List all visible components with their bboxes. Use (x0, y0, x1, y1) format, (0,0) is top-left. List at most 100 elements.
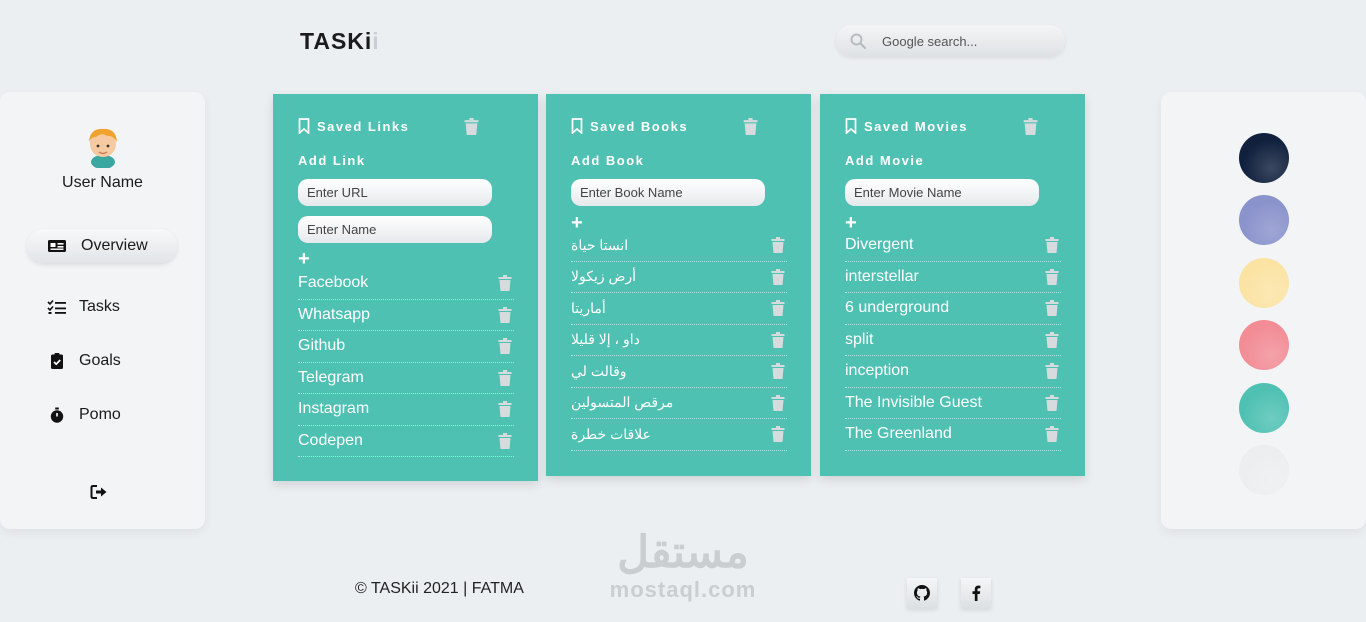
sidebar: User Name Overview Tasks Goals Pomo (0, 92, 205, 529)
item-text: داو ، إلا قليلا (571, 331, 640, 348)
trash-icon[interactable] (771, 426, 785, 443)
saved-books-header: Saved Books (571, 118, 688, 134)
item-text: Codepen (298, 431, 363, 449)
trash-icon[interactable] (1045, 426, 1059, 443)
url-input[interactable] (298, 179, 492, 206)
facebook-icon (972, 585, 981, 601)
list-item[interactable]: أرض زيكولا (571, 262, 787, 293)
list-item[interactable]: The Greenland (845, 419, 1061, 451)
item-text: علاقات خطرة (571, 425, 651, 442)
trash-icon[interactable] (1023, 118, 1038, 135)
item-text: أرض زيكولا (571, 268, 637, 285)
movies-list: Divergent interstellar 6 underground spl… (845, 230, 1061, 451)
trash-icon[interactable] (1045, 363, 1059, 380)
item-text: Facebook (298, 274, 369, 292)
list-item[interactable]: Telegram (298, 363, 514, 394)
item-text: Github (298, 337, 346, 355)
links-list: Facebook Whatsapp Github Telegram Instag… (298, 268, 514, 457)
add-link-label: Add Link (298, 153, 366, 168)
nav-goals[interactable]: Goals (27, 344, 177, 378)
trash-icon[interactable] (498, 306, 512, 323)
item-text: interstellar (845, 267, 919, 285)
trash-icon[interactable] (498, 369, 512, 386)
tasks-list-icon (47, 299, 66, 314)
sign-out-icon[interactable] (90, 484, 108, 500)
item-text: 6 underground (845, 299, 950, 317)
stopwatch-icon (50, 407, 64, 423)
username: User Name (62, 174, 143, 191)
add-book-label: Add Book (571, 153, 645, 168)
saved-movies-header: Saved Movies (845, 118, 968, 134)
nav-pomo[interactable]: Pomo (27, 398, 177, 432)
list-item[interactable]: انستا حياة (571, 230, 787, 262)
facebook-link[interactable] (961, 578, 991, 608)
theme-swatch-teal[interactable] (1239, 383, 1289, 433)
item-text: The Greenland (845, 425, 952, 443)
theme-swatch-white[interactable] (1239, 445, 1289, 495)
trash-icon[interactable] (498, 275, 512, 292)
saved-links-title: Saved Links (317, 118, 410, 134)
list-item[interactable]: Facebook (298, 268, 514, 300)
github-link[interactable] (907, 578, 937, 608)
item-text: أماريتا (571, 299, 606, 316)
trash-icon[interactable] (771, 363, 785, 380)
trash-icon[interactable] (771, 300, 785, 317)
trash-icon[interactable] (1045, 394, 1059, 411)
item-text: Instagram (298, 400, 370, 418)
item-text: Divergent (845, 236, 914, 254)
search-bar[interactable] (836, 25, 1065, 56)
trash-icon[interactable] (1045, 237, 1059, 254)
item-text: The Invisible Guest (845, 393, 982, 411)
trash-icon[interactable] (743, 118, 758, 135)
nav-overview[interactable]: Overview (27, 229, 177, 263)
saved-movies-title: Saved Movies (864, 118, 968, 134)
trash-icon[interactable] (1045, 331, 1059, 348)
trash-icon[interactable] (771, 331, 785, 348)
saved-links-card: Saved Links Add Link + Facebook Whatsapp… (273, 94, 538, 481)
trash-icon[interactable] (1045, 268, 1059, 285)
list-item[interactable]: Github (298, 331, 514, 363)
saved-books-title: Saved Books (590, 118, 689, 134)
list-item[interactable]: Instagram (298, 394, 514, 426)
trash-icon[interactable] (498, 338, 512, 355)
copyright: © TASKii 2021 | FATMA (355, 580, 524, 597)
list-item[interactable]: علاقات خطرة (571, 419, 787, 451)
list-item[interactable]: inception (845, 356, 1061, 388)
avatar (89, 128, 117, 168)
list-item[interactable]: أماريتا (571, 293, 787, 325)
theme-swatch-navy[interactable] (1239, 133, 1289, 183)
list-item[interactable]: وقالت لي (571, 356, 787, 388)
list-item[interactable]: داو ، إلا قليلا (571, 325, 787, 356)
trash-icon[interactable] (771, 237, 785, 254)
theme-swatch-pink[interactable] (1239, 320, 1289, 370)
list-item[interactable]: Whatsapp (298, 300, 514, 331)
book-name-input[interactable] (571, 179, 765, 206)
trash-icon[interactable] (771, 394, 785, 411)
list-item[interactable]: interstellar (845, 262, 1061, 293)
trash-icon[interactable] (464, 118, 479, 135)
add-movie-label: Add Movie (845, 153, 925, 168)
link-name-input[interactable] (298, 216, 492, 243)
list-item[interactable]: مرقص المتسولين (571, 388, 787, 419)
list-item[interactable]: Divergent (845, 230, 1061, 262)
bookmark-icon (298, 118, 310, 134)
list-item[interactable]: 6 underground (845, 293, 1061, 325)
list-item[interactable]: The Invisible Guest (845, 388, 1061, 419)
list-item[interactable]: split (845, 325, 1061, 356)
search-input[interactable] (882, 31, 1052, 51)
trash-icon[interactable] (498, 401, 512, 418)
movie-name-input[interactable] (845, 179, 1039, 206)
trash-icon[interactable] (498, 432, 512, 449)
trash-icon[interactable] (771, 268, 785, 285)
saved-links-header: Saved Links (298, 118, 409, 134)
theme-swatch-cream[interactable] (1239, 258, 1289, 308)
nav-tasks[interactable]: Tasks (27, 290, 177, 324)
nav-goals-label: Goals (79, 352, 121, 369)
trash-icon[interactable] (1045, 300, 1059, 317)
watermark-arabic: مستقل (617, 528, 749, 577)
nav-overview-label: Overview (81, 237, 148, 254)
theme-swatch-lavender[interactable] (1239, 195, 1289, 245)
add-link-button[interactable]: + (298, 249, 310, 269)
books-list: انستا حياة أرض زيكولا أماريتا داو ، إلا … (571, 230, 787, 451)
list-item[interactable]: Codepen (298, 426, 514, 457)
